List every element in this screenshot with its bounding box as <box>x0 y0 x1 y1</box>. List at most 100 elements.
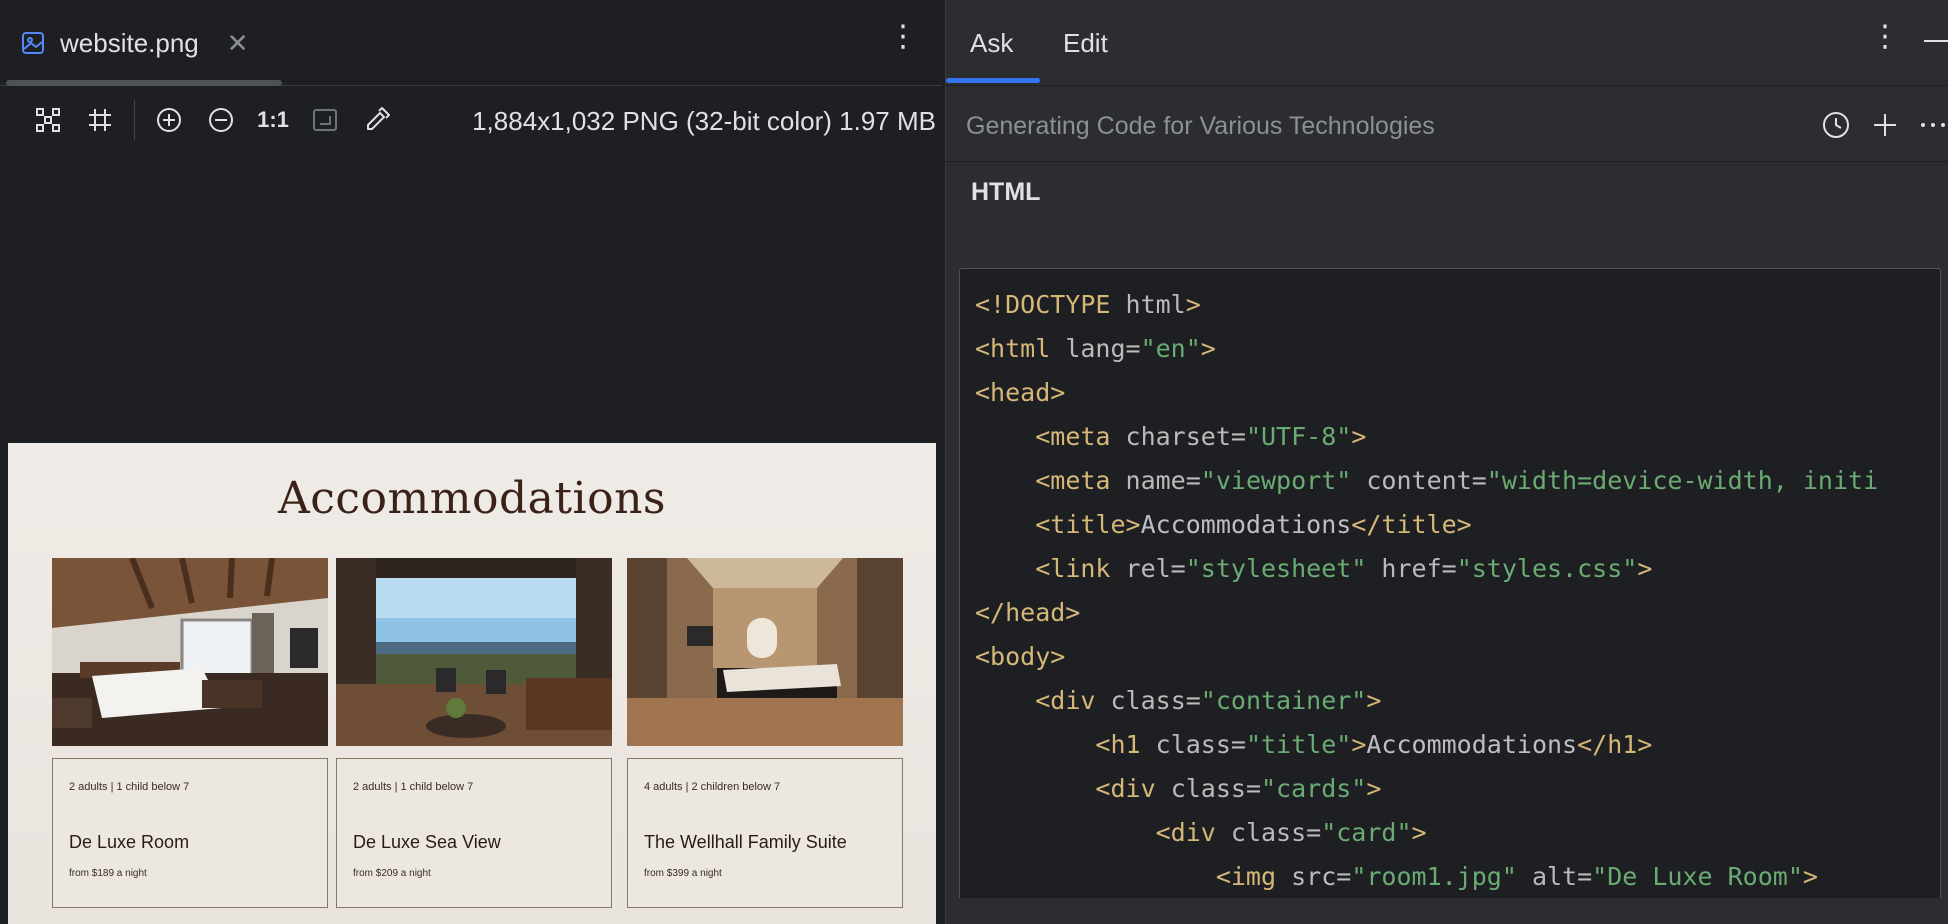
code-line: <div class="container"> <box>960 679 1940 723</box>
code-line: <body> <box>960 635 1940 679</box>
code-token: <meta <box>1035 466 1126 495</box>
room-guests: 2 adults | 1 child below 7 <box>353 781 474 793</box>
code-line: <div class="card"> <box>960 811 1940 855</box>
code-line: <meta name="viewport" content="width=dev… <box>960 459 1940 503</box>
code-token: Accommodations <box>1366 730 1578 759</box>
toolbar-divider <box>134 100 135 140</box>
tab-website-png[interactable]: website.png ✕ <box>20 0 249 86</box>
code-token: <h1 <box>1095 730 1156 759</box>
code-token: "De Luxe Room" <box>1592 862 1803 891</box>
code-token: html <box>1110 290 1186 319</box>
image-info: 1,884x1,032 PNG (32-bit color) 1.97 MB <box>472 106 936 136</box>
room-name: De Luxe Room <box>69 832 190 852</box>
code-line: <!DOCTYPE html> <box>960 283 1940 327</box>
actual-size-label: 1:1 <box>257 107 289 132</box>
code-token: "UTF-8" <box>1245 422 1352 451</box>
room-price: from $209 a night <box>353 868 431 879</box>
fit-to-window-icon[interactable] <box>30 102 66 138</box>
code-line: <h1 class="title">Accommodations</h1> <box>960 723 1940 767</box>
more-vertical-icon[interactable]: ⋮ <box>1870 22 1900 52</box>
code-token: > <box>1351 422 1367 451</box>
code-token: <div <box>1035 686 1111 715</box>
code-token: <div <box>1155 818 1231 847</box>
code-token: </h1> <box>1577 730 1653 759</box>
code-token: <html <box>975 334 1066 363</box>
code-line: <html lang="en"> <box>960 327 1940 371</box>
color-picker-icon[interactable] <box>359 102 395 138</box>
history-icon[interactable] <box>1819 108 1853 142</box>
code-line: </head> <box>960 591 1940 635</box>
background-toggle-icon[interactable] <box>307 102 343 138</box>
code-token: class= <box>1170 774 1261 803</box>
code-token: > <box>1366 774 1382 803</box>
room-price: from $189 a night <box>69 868 147 879</box>
code-token: Accommodations <box>1140 510 1352 539</box>
code-line: <link rel="stylesheet" href="styles.css"… <box>960 547 1940 591</box>
image-viewer-pane: website.png ✕ ⋮ 1:1 1,884x1,032 PNG (32-… <box>0 0 942 924</box>
code-token: name= <box>1125 466 1201 495</box>
room-price: from $399 a night <box>644 868 722 879</box>
code-token: "container" <box>1200 686 1367 715</box>
room-name: The Wellhall Family Suite <box>644 832 847 852</box>
code-token: alt= <box>1516 862 1593 891</box>
zoom-in-icon[interactable] <box>151 102 187 138</box>
actual-size-button[interactable]: 1:1 <box>255 102 291 138</box>
code-token: "title" <box>1245 730 1352 759</box>
code-section-label: HTML <box>971 178 1041 206</box>
code-token: </title> <box>1351 510 1472 539</box>
code-line: <div class="cards"> <box>960 767 1940 811</box>
code-token: class= <box>1155 730 1246 759</box>
tab-label: website.png <box>60 27 199 58</box>
code-line: <title>Accommodations</title> <box>960 503 1940 547</box>
code-token: "en" <box>1140 334 1201 363</box>
minimize-icon[interactable] <box>1924 40 1948 42</box>
preview-title: Accommodations <box>277 473 667 524</box>
code-token: <img <box>1215 862 1292 891</box>
tab-ask[interactable]: Ask <box>970 28 1013 59</box>
new-chat-icon[interactable] <box>1868 108 1902 142</box>
zoom-out-icon[interactable] <box>203 102 239 138</box>
code-token: charset= <box>1125 422 1246 451</box>
code-token: <meta <box>1035 422 1126 451</box>
grid-icon[interactable] <box>82 102 118 138</box>
code-token: "styles.css" <box>1456 554 1638 583</box>
room-info: 4 adults | 2 children below 7 The Wellha… <box>627 758 903 908</box>
room-photo <box>627 558 903 746</box>
assistant-panel: Ask Edit ⋮ Generating Code for Various T… <box>945 0 1948 924</box>
code-token: > <box>1637 554 1653 583</box>
room-guests: 4 adults | 2 children below 7 <box>644 781 781 793</box>
tab-active-underline <box>946 78 1040 83</box>
assistant-tab-bar: Ask Edit ⋮ <box>946 0 1948 86</box>
room-guests: 2 adults | 1 child below 7 <box>69 781 190 793</box>
more-icon[interactable] <box>1916 108 1948 142</box>
code-token: </head> <box>975 598 1081 627</box>
code-token: > <box>1802 862 1818 891</box>
chat-title[interactable]: Generating Code for Various Technologies <box>966 112 1435 141</box>
panel-bottom-strip <box>946 898 1948 924</box>
tab-edit[interactable]: Edit <box>1063 28 1108 59</box>
room-info: 2 adults | 1 child below 7 De Luxe Sea V… <box>336 758 612 908</box>
close-icon[interactable]: ✕ <box>227 28 249 59</box>
code-block[interactable]: <!DOCTYPE html> <html lang="en"> <head> <m… <box>959 268 1941 908</box>
code-token: <!DOCTYPE <box>975 290 1111 319</box>
editor-tab-bar: website.png ✕ ⋮ <box>0 0 942 86</box>
code-token: "viewport" <box>1200 466 1352 495</box>
image-file-icon <box>20 30 46 56</box>
code-line: <meta charset="UTF-8"> <box>960 415 1940 459</box>
more-vertical-icon[interactable]: ⋮ <box>888 22 918 52</box>
code-line: <img src="room1.jpg" alt="De Luxe Room"> <box>960 855 1940 899</box>
room-photo <box>52 558 328 746</box>
tab-active-underline <box>6 80 282 86</box>
code-token: "width=device-width, initi <box>1486 466 1879 495</box>
code-token: "stylesheet" <box>1185 554 1367 583</box>
code-token: <head> <box>975 378 1066 407</box>
code-token: "room1.jpg" <box>1351 862 1517 891</box>
